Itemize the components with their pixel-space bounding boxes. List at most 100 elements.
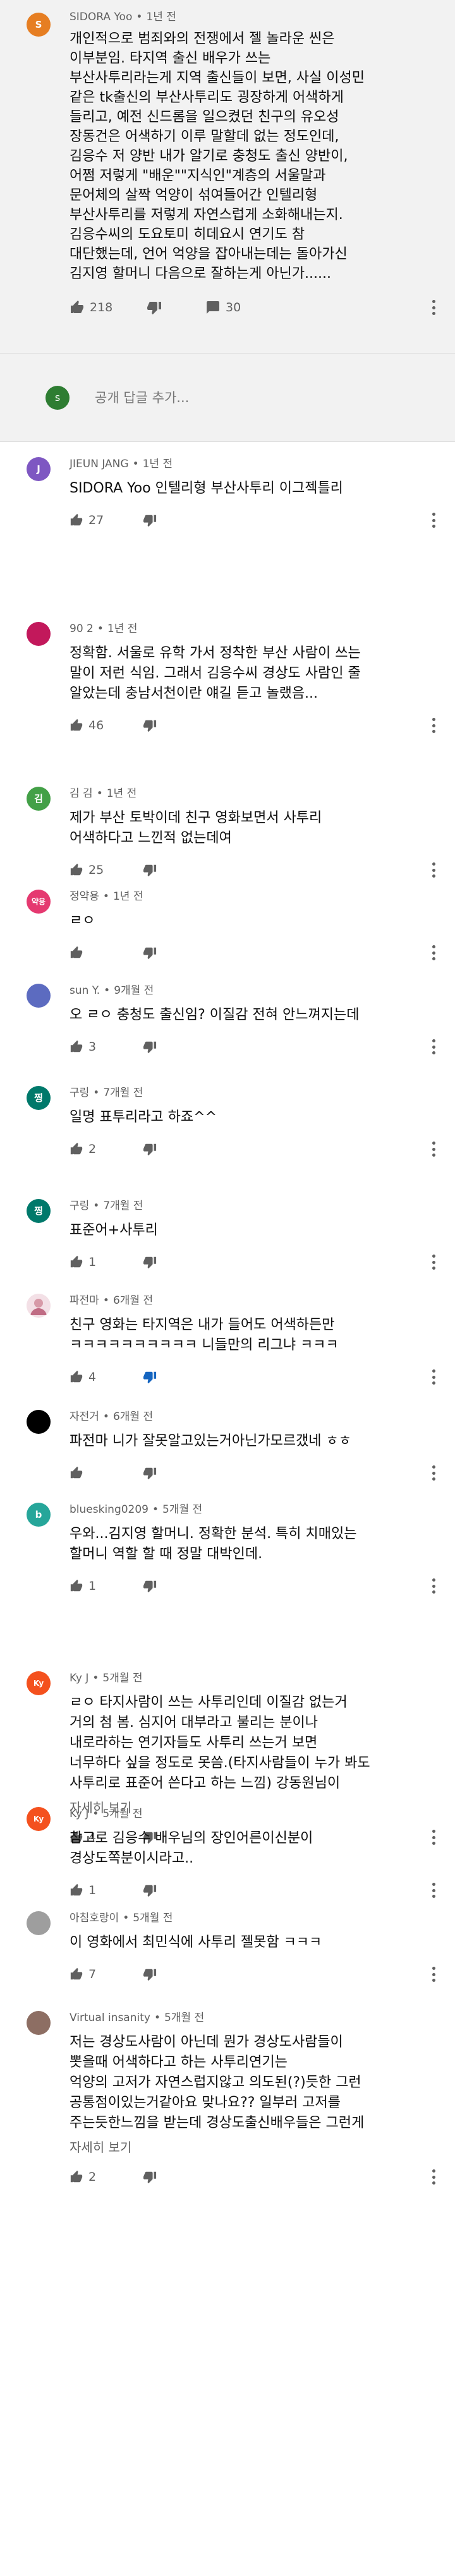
comment-author[interactable]: 아침호랑이 bbox=[70, 1912, 119, 1924]
comment-meta: SIDORA Yoo • 1년 전 bbox=[70, 6, 455, 23]
reply-avatar[interactable]: 찡 bbox=[27, 1199, 51, 1223]
comment-author[interactable]: bluesking0209 bbox=[70, 1503, 149, 1516]
meta-separator: • bbox=[92, 1808, 99, 1820]
read-more-link[interactable]: 자세히 보기 bbox=[70, 2137, 131, 2156]
comment-meta: 김 김 • 1년 전 bbox=[70, 785, 455, 802]
comment-actions: 46 bbox=[70, 713, 455, 738]
dislike-button[interactable] bbox=[143, 1460, 157, 1486]
thumbs-down-icon bbox=[143, 1256, 157, 1269]
like-button[interactable]: 25 bbox=[70, 857, 104, 883]
like-button[interactable]: 1 bbox=[70, 1573, 96, 1599]
reply-avatar[interactable] bbox=[27, 1911, 51, 1935]
comment-meta: 정약용 • 1년 전 bbox=[70, 888, 455, 905]
thumbs-down-icon bbox=[143, 947, 157, 960]
comment-author[interactable]: Ky J bbox=[70, 1808, 88, 1820]
comment-meta: Virtual insanity • 5개월 전 bbox=[70, 2010, 455, 2026]
like-button[interactable]: 3 bbox=[70, 1034, 96, 1059]
comment-author[interactable]: 자전거 bbox=[70, 1410, 99, 1423]
comment-author[interactable]: 구링 bbox=[70, 1200, 89, 1212]
reply-avatar[interactable]: J bbox=[27, 457, 51, 481]
more-options-icon[interactable] bbox=[426, 1037, 441, 1057]
reply-avatar[interactable]: Ky bbox=[27, 1671, 51, 1695]
more-options-icon[interactable] bbox=[426, 860, 441, 880]
more-options-icon[interactable] bbox=[426, 2167, 441, 2187]
dislike-button[interactable] bbox=[147, 295, 162, 320]
comment-author[interactable]: sun Y. bbox=[70, 984, 100, 997]
like-button[interactable]: 4 bbox=[70, 1364, 96, 1390]
comment-meta: 파전마 • 6개월 전 bbox=[70, 1292, 455, 1309]
comment-text: SIDORA Yoo 인텔리형 부산사투리 이그젝틀리 bbox=[70, 480, 343, 496]
reply-comment: sun Y. • 9개월 전오 ㄹㅇ 충청도 출신임? 이질감 전혀 안느껴지는데 3 bbox=[0, 982, 455, 1059]
dislike-button[interactable] bbox=[143, 1034, 157, 1059]
main-comment-avatar[interactable]: S bbox=[27, 13, 51, 37]
dislike-button[interactable] bbox=[143, 1878, 157, 1903]
comment-author[interactable]: 김 김 bbox=[70, 787, 93, 800]
comment-author[interactable]: 정약용 bbox=[70, 890, 99, 903]
dislike-button[interactable] bbox=[143, 1364, 157, 1390]
reply-avatar[interactable]: Ky bbox=[27, 1807, 51, 1831]
dislike-button[interactable] bbox=[143, 1573, 157, 1599]
thumbs-down-icon bbox=[143, 1041, 157, 1054]
reply-avatar[interactable] bbox=[27, 1294, 51, 1318]
reply-avatar[interactable] bbox=[27, 2011, 51, 2035]
more-options-icon[interactable] bbox=[426, 1576, 441, 1596]
like-button[interactable]: 1 bbox=[70, 1249, 96, 1275]
like-count: 27 bbox=[88, 513, 104, 527]
comment-author[interactable]: JIEUN JANG bbox=[70, 458, 129, 470]
comment-text: 표준어+사투리 bbox=[70, 1222, 158, 1238]
like-button[interactable]: 46 bbox=[70, 713, 104, 738]
thumbs-up-icon bbox=[70, 863, 83, 876]
dislike-button[interactable] bbox=[143, 1962, 157, 1987]
more-options-icon[interactable] bbox=[426, 1367, 441, 1387]
dislike-button[interactable] bbox=[143, 713, 157, 738]
reply-avatar[interactable]: 김 bbox=[27, 787, 51, 811]
comment-author[interactable]: 파전마 bbox=[70, 1294, 99, 1307]
dislike-button[interactable] bbox=[143, 857, 157, 883]
thumbs-down-icon bbox=[143, 864, 157, 877]
dislike-button[interactable] bbox=[143, 940, 157, 965]
comment-time: 5개월 전 bbox=[102, 1808, 143, 1820]
more-options-icon[interactable] bbox=[426, 510, 441, 530]
reply-avatar[interactable] bbox=[27, 1410, 51, 1434]
add-reply-input[interactable]: 공개 답글 추가... bbox=[95, 386, 411, 409]
dislike-button[interactable] bbox=[143, 508, 157, 533]
comment-author[interactable]: Virtual insanity bbox=[70, 2012, 150, 2024]
reply-avatar[interactable]: 약용 bbox=[27, 890, 51, 914]
more-options-icon[interactable] bbox=[426, 1139, 441, 1159]
replies-button[interactable]: 30 bbox=[205, 295, 241, 320]
thumbs-down-icon bbox=[143, 1885, 157, 1897]
comment-author[interactable]: SIDORA Yoo bbox=[70, 11, 132, 23]
dislike-button[interactable] bbox=[143, 2164, 157, 2190]
comment-time: 5개월 전 bbox=[102, 1672, 143, 1685]
comment-author[interactable]: 구링 bbox=[70, 1087, 89, 1099]
more-options-icon[interactable] bbox=[426, 297, 441, 318]
like-button[interactable] bbox=[70, 940, 83, 965]
reply-comment: 김 김 김 • 1년 전 제가 부산 토박이데 친구 영화보면서 사투리 어색하다고 느… bbox=[0, 785, 455, 883]
like-button[interactable]: 7 bbox=[70, 1962, 96, 1987]
more-options-icon[interactable] bbox=[426, 1252, 441, 1272]
like-button[interactable]: 1 bbox=[70, 1878, 96, 1903]
like-button[interactable]: 2 bbox=[70, 2164, 96, 2190]
more-options-icon[interactable] bbox=[426, 1463, 441, 1483]
like-button[interactable]: 218 bbox=[70, 295, 112, 320]
thumbs-down-icon bbox=[143, 720, 157, 732]
more-options-icon[interactable] bbox=[426, 943, 441, 963]
like-button[interactable]: 27 bbox=[70, 508, 104, 533]
like-button[interactable]: 2 bbox=[70, 1136, 96, 1162]
reply-comment: 파전마 • 6개월 전 친구 영화는 타지역은 내가 들어도 어색하든만 ㅋㅋㅋㅋㅋㅋ… bbox=[0, 1292, 455, 1390]
more-options-icon[interactable] bbox=[426, 1964, 441, 1984]
like-button[interactable] bbox=[70, 1460, 83, 1486]
reply-avatar[interactable]: 찡 bbox=[27, 1086, 51, 1110]
reply-avatar[interactable] bbox=[27, 622, 51, 646]
main-comment: S SIDORA Yoo • 1년 전 개인적으로 범죄와의 전쟁에서 젤 놀라운 … bbox=[0, 6, 455, 320]
reply-avatar[interactable]: b bbox=[27, 1503, 51, 1527]
comment-author[interactable]: 90 2 bbox=[70, 623, 94, 635]
comment-time: 5개월 전 bbox=[164, 2012, 205, 2024]
more-options-icon[interactable] bbox=[426, 1880, 441, 1900]
comment-actions: 3 bbox=[70, 1034, 455, 1059]
comment-author[interactable]: Ky J bbox=[70, 1672, 88, 1685]
dislike-button[interactable] bbox=[143, 1136, 157, 1162]
more-options-icon[interactable] bbox=[426, 715, 441, 736]
reply-avatar[interactable] bbox=[27, 984, 51, 1008]
dislike-button[interactable] bbox=[143, 1249, 157, 1275]
